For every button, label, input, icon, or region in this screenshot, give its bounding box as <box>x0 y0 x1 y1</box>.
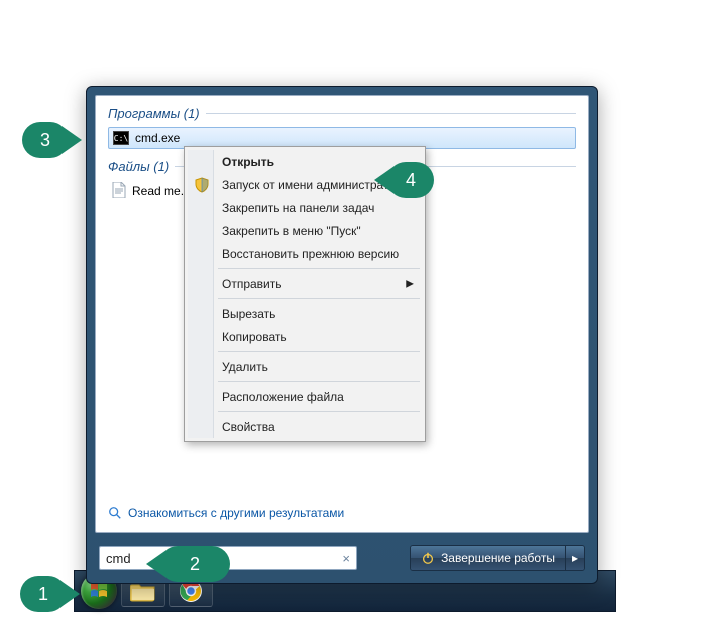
chevron-right-icon: ▸ <box>572 551 578 565</box>
search-icon <box>108 506 122 520</box>
group-label: Программы (1) <box>108 106 200 121</box>
shutdown-options-arrow[interactable]: ▸ <box>565 546 584 570</box>
menu-separator <box>218 411 420 412</box>
menu-restore-version[interactable]: Восстановить прежнюю версию <box>188 242 422 265</box>
step-badge-1: 1 <box>20 576 66 612</box>
step-badge-2: 2 <box>160 546 230 582</box>
group-header-programs: Программы (1) <box>108 106 576 121</box>
menu-separator <box>218 351 420 352</box>
shield-icon <box>194 177 210 193</box>
result-label: cmd.exe <box>135 131 180 145</box>
text-file-icon <box>112 182 126 201</box>
power-icon <box>421 551 435 565</box>
menu-pin-start[interactable]: Закрепить в меню "Пуск" <box>188 219 422 242</box>
menu-separator <box>218 268 420 269</box>
menu-pin-taskbar[interactable]: Закрепить на панели задач <box>188 196 422 219</box>
menu-delete[interactable]: Удалить <box>188 355 422 378</box>
menu-properties[interactable]: Свойства <box>188 415 422 438</box>
see-more-results-link[interactable]: Ознакомиться с другими результатами <box>108 506 344 520</box>
chevron-right-icon: ▶ <box>406 278 414 289</box>
menu-file-location[interactable]: Расположение файла <box>188 385 422 408</box>
cmd-icon: C:\ <box>113 131 129 145</box>
menu-copy[interactable]: Копировать <box>188 325 422 348</box>
menu-cut[interactable]: Вырезать <box>188 302 422 325</box>
menu-separator <box>218 381 420 382</box>
menu-send-to[interactable]: Отправить ▶ <box>188 272 422 295</box>
windows-logo-icon <box>89 581 109 601</box>
shutdown-main[interactable]: Завершение работы <box>411 546 565 570</box>
clear-search-icon[interactable]: × <box>342 551 350 566</box>
group-label: Файлы (1) <box>108 159 169 174</box>
step-badge-4: 4 <box>388 162 434 198</box>
shutdown-button[interactable]: Завершение работы ▸ <box>410 545 585 571</box>
step-badge-3: 3 <box>22 122 68 158</box>
menu-separator <box>218 298 420 299</box>
